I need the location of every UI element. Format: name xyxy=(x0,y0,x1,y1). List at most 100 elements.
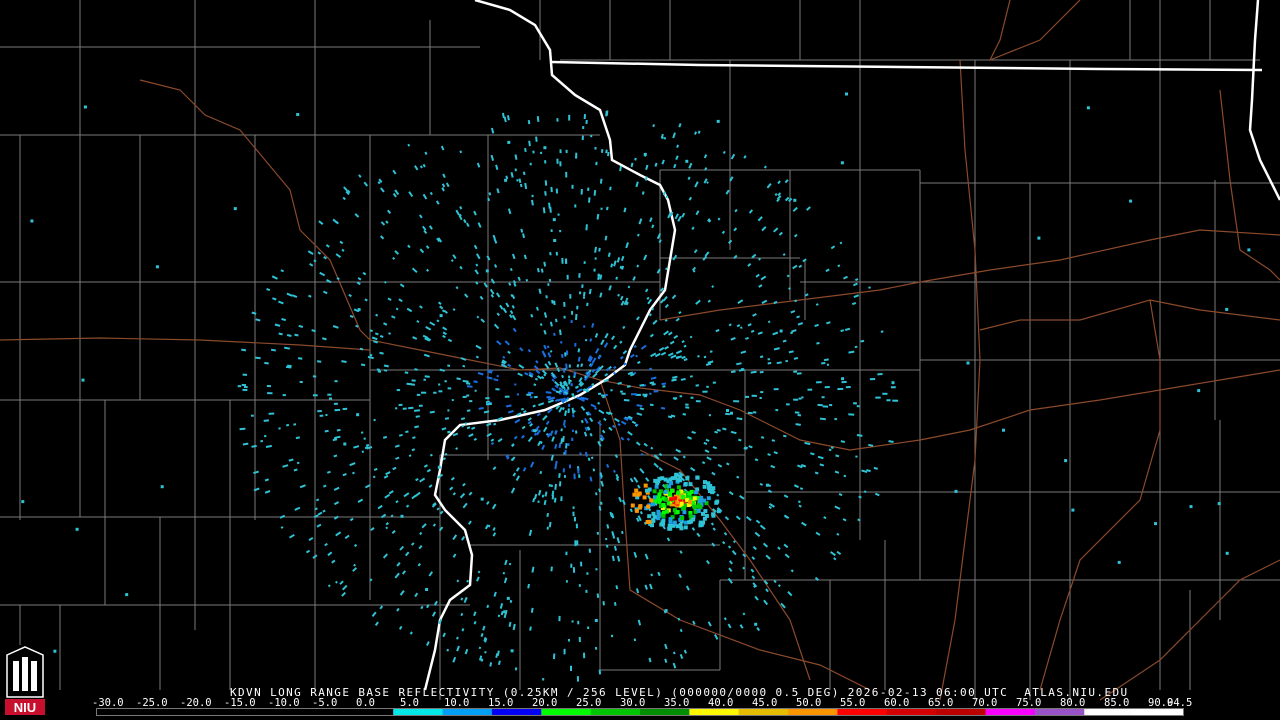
echo-pixel xyxy=(597,421,602,426)
echo-pixel xyxy=(505,175,509,180)
echo-pixel xyxy=(828,448,832,452)
scale-color-segment xyxy=(195,709,246,715)
storm-pixel xyxy=(698,523,703,528)
echo-pixel xyxy=(578,377,583,383)
echo-pixel xyxy=(750,370,757,374)
echo-pixel xyxy=(742,566,746,570)
echo-pixel xyxy=(873,466,878,470)
echo-pixel xyxy=(364,446,369,450)
echo-pixel xyxy=(455,286,459,290)
echo-pixel xyxy=(379,351,384,355)
echo-pixel xyxy=(468,433,474,438)
echo-pixel xyxy=(633,551,638,558)
echo-pixel xyxy=(819,417,826,421)
echo-pixel xyxy=(637,484,641,489)
echo-pixel xyxy=(691,226,695,231)
storm-pixel xyxy=(710,490,715,495)
echo-pixel xyxy=(1129,199,1133,203)
echo-pixel xyxy=(858,495,862,499)
echo-pixel xyxy=(515,475,520,481)
echo-pixel xyxy=(357,277,362,281)
echo-pixel xyxy=(442,334,446,339)
scale-color-segment xyxy=(491,709,542,715)
echo-pixel xyxy=(478,407,484,410)
echo-pixel xyxy=(592,468,596,472)
storm-pixel xyxy=(680,494,685,499)
echo-pixel xyxy=(632,276,636,281)
echo-pixel xyxy=(447,364,451,367)
storm-pixel xyxy=(652,489,657,494)
echo-pixel xyxy=(343,442,347,446)
echo-pixel xyxy=(603,342,609,348)
echo-pixel xyxy=(405,430,409,434)
echo-pixel xyxy=(405,504,410,508)
echo-pixel xyxy=(424,375,430,378)
echo-pixel xyxy=(474,269,479,275)
echo-pixel xyxy=(518,364,525,369)
echo-pixel xyxy=(688,162,693,169)
echo-pixel xyxy=(396,607,400,612)
echo-pixel xyxy=(545,391,552,394)
echo-pixel xyxy=(522,171,526,176)
scale-color-segment xyxy=(640,709,690,715)
echo-pixel xyxy=(421,523,427,529)
echo-pixel xyxy=(742,612,746,616)
echo-pixel xyxy=(682,413,687,416)
echo-pixel xyxy=(314,507,318,511)
echo-pixel xyxy=(888,440,894,443)
echo-pixel xyxy=(324,429,329,433)
echo-pixel xyxy=(619,340,623,344)
echo-pixel xyxy=(294,333,299,337)
echo-pixel xyxy=(693,131,698,135)
echo-pixel xyxy=(296,461,300,465)
echo-pixel xyxy=(613,344,618,350)
echo-pixel xyxy=(1154,522,1157,526)
echo-pixel xyxy=(429,453,433,457)
echo-pixel xyxy=(553,239,557,242)
echo-pixel xyxy=(662,191,667,196)
echo-pixel xyxy=(664,318,668,322)
echo-pixel xyxy=(804,441,811,446)
echo-pixel xyxy=(333,486,340,491)
echo-pixel xyxy=(431,611,437,617)
echo-pixel xyxy=(377,181,381,185)
echo-pixel xyxy=(664,267,668,271)
echo-pixel xyxy=(299,484,306,489)
echo-pixel xyxy=(596,213,600,220)
echo-pixel xyxy=(508,282,512,286)
echo-pixel xyxy=(600,501,603,505)
echo-pixel xyxy=(441,183,446,188)
storm-pixel xyxy=(650,502,655,507)
echo-pixel xyxy=(565,363,568,370)
echo-pixel xyxy=(444,417,450,420)
echo-pixel xyxy=(598,488,601,493)
echo-pixel xyxy=(705,362,712,366)
echo-pixel xyxy=(462,502,468,509)
echo-pixel xyxy=(727,545,732,549)
echo-pixel xyxy=(255,356,261,360)
storm-pixel xyxy=(661,521,666,526)
echo-pixel xyxy=(874,492,880,497)
echo-pixel xyxy=(417,562,421,567)
echo-pixel xyxy=(682,455,686,459)
storm-pixel xyxy=(673,496,678,501)
echo-pixel xyxy=(327,551,333,557)
echo-pixel xyxy=(619,165,622,172)
echo-pixel xyxy=(570,383,573,387)
echo-pixel xyxy=(830,245,836,250)
echo-pixel xyxy=(263,419,269,422)
echo-pixel xyxy=(639,383,645,387)
echo-pixel xyxy=(514,154,518,160)
echo-pixel xyxy=(608,426,613,432)
echo-pixel xyxy=(573,371,577,377)
echo-pixel xyxy=(703,154,708,159)
echo-pixel xyxy=(532,404,536,408)
echo-pixel xyxy=(463,596,468,603)
echo-pixel xyxy=(539,323,543,327)
echo-pixel xyxy=(81,378,85,382)
echo-pixel xyxy=(376,368,380,371)
echo-pixel xyxy=(836,532,840,536)
echo-pixel xyxy=(585,390,590,393)
echo-pixel xyxy=(383,364,389,368)
echo-pixel xyxy=(593,189,597,196)
